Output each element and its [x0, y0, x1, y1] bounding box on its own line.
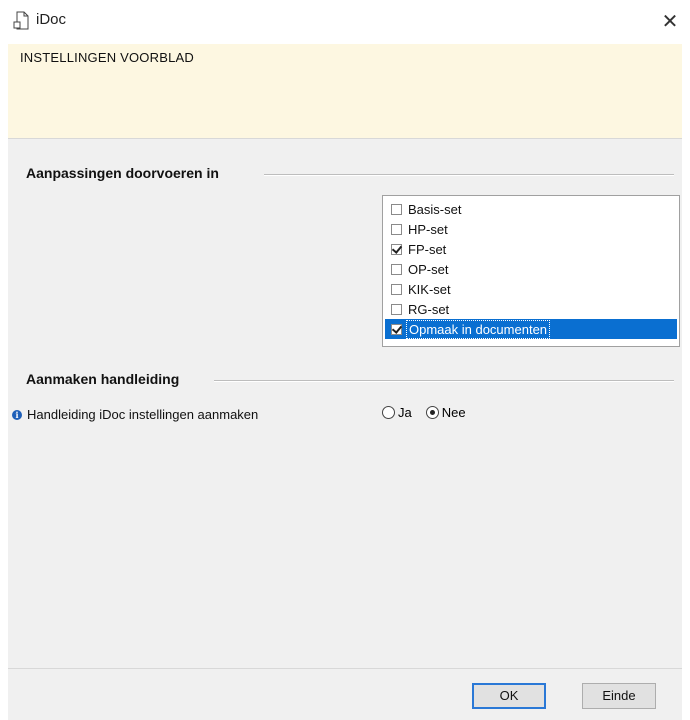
idoc-dialog: iDoc ✕ INSTELLINGEN VOORBLAD Aanpassinge…	[0, 0, 690, 720]
list-item[interactable]: OP-set	[385, 259, 677, 279]
list-item-label: Basis-set	[408, 201, 462, 217]
close-icon[interactable]: ✕	[656, 8, 684, 36]
window-title: iDoc	[36, 11, 67, 28]
checkbox[interactable]	[391, 223, 402, 235]
radio-nee[interactable]: Nee	[425, 405, 466, 420]
list-item[interactable]: KIK-set	[385, 279, 677, 299]
group-divider	[264, 174, 674, 176]
list-item-label: HP-set	[408, 221, 448, 237]
exit-button[interactable]: Einde	[582, 683, 656, 709]
checkbox[interactable]	[391, 283, 402, 295]
list-item[interactable]: RG-set	[385, 299, 677, 319]
radio-button[interactable]	[382, 406, 395, 419]
list-item-label: KIK-set	[408, 281, 451, 297]
checkbox[interactable]	[391, 323, 402, 335]
group-title-manual: Aanmaken handleiding	[26, 371, 180, 387]
content-area: Aanpassingen doorvoeren in Basis-set HP-…	[8, 138, 682, 669]
checkbox[interactable]	[391, 243, 402, 255]
radio-button[interactable]	[425, 406, 439, 419]
group-header-manual: Aanmaken handleiding	[26, 371, 179, 387]
setting-label: Handleiding iDoc instellingen aanmaken	[27, 407, 259, 422]
radio-label: Nee	[441, 405, 466, 420]
radio-label: Ja	[398, 405, 412, 420]
group-divider	[214, 380, 674, 382]
list-item[interactable]: Basis-set	[385, 199, 677, 219]
ok-button[interactable]: OK	[472, 683, 546, 709]
header-panel: INSTELLINGEN VOORBLAD	[8, 44, 682, 138]
page-title: INSTELLINGEN VOORBLAD	[20, 50, 194, 65]
radio-ja[interactable]: Ja	[382, 405, 412, 420]
checkbox[interactable]	[391, 203, 402, 215]
title-bar: iDoc ✕	[0, 0, 690, 44]
group-header-adjustments: Aanpassingen doorvoeren in	[26, 165, 219, 181]
manual-setting-row: i Handleiding iDoc instellingen aanmaken	[12, 407, 258, 422]
list-item-label: Opmaak in documenten	[406, 319, 551, 339]
set-checklist[interactable]: Basis-set HP-set FP-set OP-set KIK-set R…	[382, 195, 680, 347]
list-item[interactable]: HP-set	[385, 219, 677, 239]
list-item-selected[interactable]: Opmaak in documenten	[385, 319, 677, 339]
group-title-adjustments: Aanpassingen doorvoeren in	[26, 165, 219, 181]
button-bar: OK Einde	[8, 668, 682, 720]
checkbox[interactable]	[391, 263, 402, 275]
info-icon[interactable]: i	[12, 409, 22, 420]
list-item[interactable]: FP-set	[385, 239, 677, 259]
list-item-label: OP-set	[408, 261, 449, 277]
list-item-label: RG-set	[408, 301, 450, 317]
checkbox[interactable]	[391, 303, 402, 315]
document-icon	[12, 10, 32, 32]
list-item-label: FP-set	[408, 241, 447, 257]
manual-radio-group: Ja Nee	[382, 405, 480, 420]
